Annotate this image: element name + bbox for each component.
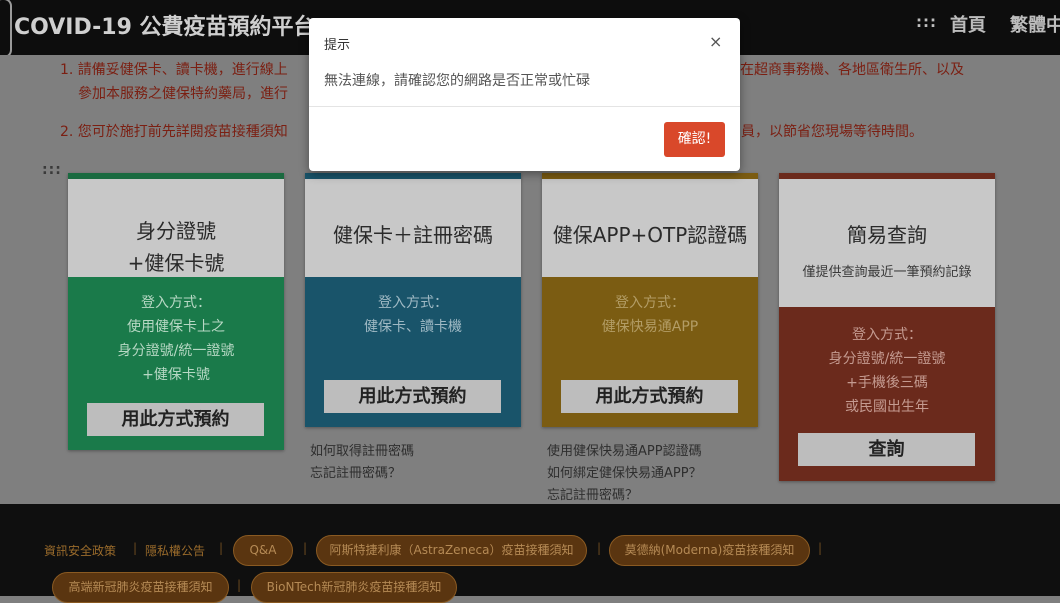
confirm-button[interactable]: 確認! [664, 122, 725, 157]
footer-pill-astrazeneca[interactable]: 阿斯特捷利康（AstraZeneca）疫苗接種須知 [316, 535, 587, 566]
card-body: 登入方式： 身分證號/統一證號 +手機後三碼 或民國出生年 查詢 [779, 307, 995, 481]
card-header: 健保卡＋註冊密碼 [305, 179, 521, 277]
card-title: 簡易查詢 [847, 223, 927, 247]
card-app-otp: 健保APP+OTP認證碼 登入方式： 健保快易通APP 用此方式預約 [542, 173, 758, 427]
modal-message: 無法連線，請確認您的網路是否正常或忙碌 [324, 73, 590, 89]
book-button-app-otp[interactable]: 用此方式預約 [561, 380, 738, 413]
card-id-healthcard: 身分證號 +健保卡號 登入方式： 使用健保卡上之 身分證號/統一證號 +健保卡號… [68, 173, 284, 450]
login-method-text: 登入方式： 健保快易通APP [601, 295, 699, 335]
logo-icon[interactable] [0, 0, 12, 58]
language-selector[interactable]: 繁體中文 [1010, 11, 1060, 37]
link-get-password[interactable]: 如何取得註冊密碼 [310, 441, 414, 463]
footer-separator: | [219, 541, 224, 555]
site-footer: 資訊安全政策 | 隱私權公告 | Q&A | 阿斯特捷利康（AstraZenec… [0, 504, 1060, 603]
link-bind-app[interactable]: 如何綁定健保快易通APP？ [547, 463, 702, 485]
footer-pill-qa[interactable]: Q&A [233, 535, 293, 566]
card-healthcard-password: 健保卡＋註冊密碼 登入方式： 健保卡、讀卡機 用此方式預約 [305, 173, 521, 427]
notice-1-line2: 參加本服務之健保特約藥局，進行 [78, 86, 288, 102]
notice-1-line1-left: 1. 請備妥健保卡、讀卡機，進行線上 [60, 62, 288, 78]
card-subtitle: 僅提供查詢最近一筆預約記錄 [802, 265, 972, 280]
card-body: 登入方式： 健保卡、讀卡機 用此方式預約 [305, 277, 521, 427]
notice-1-line1-right: 在超商事務機、各地區衛生所、以及 [740, 62, 964, 78]
footer-separator: | [303, 541, 308, 555]
card-header: 健保APP+OTP認證碼 [542, 179, 758, 277]
card-body: 登入方式： 健保快易通APP 用此方式預約 [542, 277, 758, 427]
card-body: 登入方式： 使用健保卡上之 身分證號/統一證號 +健保卡號 用此方式預約 [68, 277, 284, 450]
card-header: 身分證號 +健保卡號 [68, 179, 284, 277]
login-method-text: 登入方式： 使用健保卡上之 身分證號/統一證號 +健保卡號 [117, 295, 235, 383]
footer-link-privacy[interactable]: 隱私權公告 [145, 542, 205, 559]
footer-link-security[interactable]: 資訊安全政策 [44, 542, 116, 559]
notice-2-left: 2. 您可於施打前先詳閱疫苗接種須知 [60, 124, 288, 140]
footer-separator: | [237, 578, 242, 592]
query-button[interactable]: 查詢 [798, 433, 975, 466]
footer-pill-biontech[interactable]: BioNTech新冠肺炎疫苗接種須知 [251, 572, 457, 603]
card-title: 健保APP+OTP認證碼 [552, 223, 748, 247]
notice-2-right: 員，以節省您現場等待時間。 [741, 124, 923, 140]
alert-modal: 提示 × 無法連線，請確認您的網路是否正常或忙碌 確認! [309, 18, 740, 171]
card-simple-query: 簡易查詢 僅提供查詢最近一筆預約記錄 登入方式： 身分證號/統一證號 +手機後三… [779, 173, 995, 481]
footer-pill-moderna[interactable]: 莫德納(Moderna)疫苗接種須知 [609, 535, 810, 566]
card-title: 身分證號 +健保卡號 [127, 219, 225, 275]
menu-icon[interactable]: ::: [916, 13, 937, 31]
card-header: 簡易查詢 僅提供查詢最近一筆預約記錄 [779, 179, 995, 307]
link-app-otp[interactable]: 使用健保快易通APP認證碼 [547, 441, 702, 463]
drag-handle-icon[interactable]: ::: [42, 163, 62, 177]
book-button-healthcard-password[interactable]: 用此方式預約 [324, 380, 501, 413]
close-icon[interactable]: × [709, 34, 722, 50]
book-button-id-healthcard[interactable]: 用此方式預約 [87, 403, 264, 436]
footer-pill-medigen[interactable]: 高端新冠肺炎疫苗接種須知 [52, 572, 229, 603]
site-title[interactable]: COVID-19 公費疫苗預約平台 [14, 9, 316, 41]
modal-divider [309, 106, 740, 107]
footer-separator: | [597, 541, 602, 555]
footer-separator: | [133, 541, 138, 555]
link-forgot-password[interactable]: 忘記註冊密碼？ [310, 463, 401, 485]
login-method-text: 登入方式： 健保卡、讀卡機 [364, 295, 462, 335]
modal-title: 提示 [324, 38, 351, 53]
login-method-text: 登入方式： 身分證號/統一證號 +手機後三碼 或民國出生年 [828, 327, 946, 415]
card-title: 健保卡＋註冊密碼 [333, 223, 493, 247]
footer-separator: | [818, 541, 823, 555]
nav-home-link[interactable]: 首頁 [950, 11, 986, 37]
